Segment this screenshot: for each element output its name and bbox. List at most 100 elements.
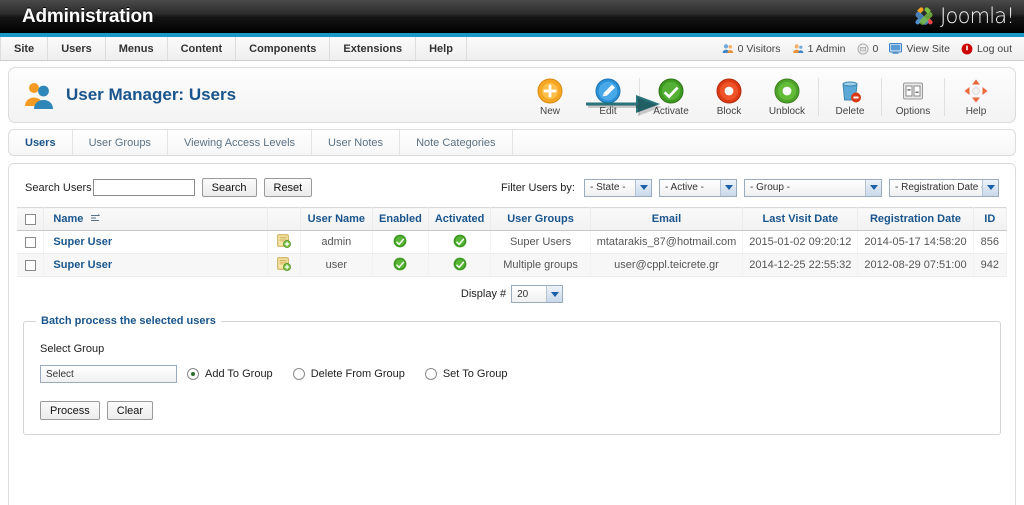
users-table-body: Super User admin Super Users mtatarakis_… (17, 230, 1008, 277)
radio-set-to-group-label: Set To Group (442, 368, 508, 380)
unblock-button[interactable]: Unblock (758, 76, 816, 117)
search-users-label: Search Users (25, 181, 92, 194)
admin-count-status[interactable]: 1 Admin (792, 43, 846, 55)
row-registration-cell: 2012-08-29 07:51:00 (857, 253, 974, 277)
check-green-icon[interactable] (393, 234, 407, 248)
users-table-head: Name User Name Enabled Activated User Gr… (17, 207, 1008, 231)
filter-active-value: - Active - (665, 182, 704, 193)
tab-note-categories[interactable]: Note Categories (400, 130, 513, 155)
logout-link[interactable]: Log out (961, 43, 1012, 55)
tab-users[interactable]: Users (9, 130, 73, 155)
menu-item-site[interactable]: Site (0, 37, 49, 60)
new-button[interactable]: New (521, 76, 579, 117)
logout-label: Log out (976, 42, 1012, 55)
help-button-label: Help (965, 106, 987, 117)
radio-delete-from-group[interactable] (292, 368, 305, 380)
display-count-select[interactable]: 20 (511, 285, 564, 303)
activate-button-label: Activate (653, 106, 689, 117)
tab-user-groups[interactable]: User Groups (73, 130, 168, 155)
menu-item-users[interactable]: Users (48, 37, 106, 60)
search-button[interactable]: Search (201, 178, 257, 197)
column-header-last-visit-date[interactable]: Last Visit Date (742, 207, 859, 231)
users-content-panel: Search Users Search Reset Filter Users b… (8, 163, 1016, 505)
activate-button[interactable]: Activate (642, 76, 700, 117)
options-icon (900, 78, 926, 104)
filter-state-select[interactable]: - State - (584, 178, 652, 197)
column-header-username[interactable]: User Name (300, 207, 374, 231)
row-enabled-cell (372, 253, 429, 277)
menu-item-components[interactable]: Components (236, 37, 331, 60)
view-site-link[interactable]: View Site (889, 43, 950, 55)
menu-item-menus[interactable]: Menus (106, 37, 168, 60)
user-name-link[interactable]: Super User (53, 236, 112, 248)
block-button[interactable]: Block (700, 76, 758, 117)
help-arrows-icon (963, 78, 989, 104)
batch-mode-radios: Add To Group Delete From Group Set To Gr… (187, 368, 507, 380)
help-button[interactable]: Help (947, 76, 1005, 117)
top-header: Administration Joomla! (0, 0, 1024, 37)
options-button[interactable]: Options (884, 76, 942, 117)
column-header-note (267, 207, 301, 231)
tab-user-notes[interactable]: User Notes (312, 130, 401, 155)
page-title: User Manager: Users (66, 85, 237, 104)
tab-viewing-access-levels[interactable]: Viewing Access Levels (168, 130, 313, 155)
delete-button[interactable]: Delete (821, 76, 879, 117)
messages-count: 0 (872, 42, 879, 55)
process-button[interactable]: Process (40, 401, 100, 420)
admin-count-label: 1 Admin (807, 42, 846, 55)
messages-status[interactable]: 0 (857, 42, 879, 55)
menu-item-extensions[interactable]: Extensions (330, 37, 417, 60)
row-enabled-cell (372, 230, 429, 254)
column-header-email[interactable]: Email (590, 207, 744, 231)
display-count-value: 20 (517, 288, 529, 300)
row-name-cell: Super User (43, 230, 269, 254)
filter-active-select[interactable]: - Active - (659, 178, 737, 197)
filter-group-select[interactable]: - Group - (744, 178, 882, 197)
user-name-link[interactable]: Super User (53, 259, 112, 271)
add-note-icon[interactable] (277, 256, 291, 274)
column-header-user-groups[interactable]: User Groups (490, 207, 591, 231)
admin-title: Administration (22, 6, 154, 27)
users-group-icon (23, 80, 55, 110)
row-checkbox[interactable] (24, 236, 36, 248)
select-all-checkbox[interactable] (24, 213, 36, 225)
tab-bar: Users User Groups Viewing Access Levels … (8, 129, 1016, 156)
check-green-icon[interactable] (393, 257, 407, 271)
toolbar-divider-2 (818, 78, 819, 116)
table-header-row: Name User Name Enabled Activated User Gr… (17, 207, 1008, 231)
row-last-visit-cell: 2014-12-25 22:55:32 (742, 253, 859, 277)
filter-registration-date-select[interactable]: - Registration Date - (889, 178, 999, 197)
new-button-label: New (539, 106, 560, 117)
batch-group-select-value: Select (46, 368, 74, 380)
row-checkbox-cell (17, 230, 45, 254)
column-header-id[interactable]: ID (973, 207, 1008, 231)
menu-item-content[interactable]: Content (168, 37, 237, 60)
check-green-icon[interactable] (453, 257, 467, 271)
radio-add-to-group[interactable] (187, 368, 199, 380)
toolbar-divider-3 (881, 78, 882, 116)
view-site-label: View Site (906, 42, 950, 55)
search-input[interactable] (92, 179, 195, 196)
row-checkbox[interactable] (24, 259, 36, 271)
joomla-brand: Joomla! (912, 4, 1015, 28)
main-menubar: Site Users Menus Content Components Exte… (0, 37, 1024, 61)
batch-group-select[interactable]: Select (40, 365, 177, 383)
radio-set-to-group[interactable] (424, 368, 437, 380)
check-green-icon[interactable] (453, 234, 467, 248)
add-note-icon[interactable] (277, 233, 291, 251)
users-table: Name User Name Enabled Activated User Gr… (17, 207, 1008, 277)
reset-button[interactable]: Reset (263, 178, 313, 197)
block-circle-icon (716, 78, 742, 104)
column-header-registration-date[interactable]: Registration Date (857, 207, 974, 231)
menu-item-help[interactable]: Help (416, 37, 467, 60)
column-header-enabled[interactable]: Enabled (372, 207, 429, 231)
column-header-activated[interactable]: Activated (428, 207, 492, 231)
action-toolbar: New Edit Activate Block Unblock Delete O… (521, 68, 1015, 122)
visitors-status[interactable]: 0 Visitors (722, 43, 781, 55)
block-button-label: Block (716, 106, 742, 117)
row-email-cell: mtatarakis_87@hotmail.com (590, 230, 744, 254)
edit-button[interactable]: Edit (579, 76, 637, 117)
display-count-label: Display # (460, 288, 507, 300)
clear-button[interactable]: Clear (106, 401, 154, 420)
column-header-name[interactable]: Name (43, 207, 269, 231)
